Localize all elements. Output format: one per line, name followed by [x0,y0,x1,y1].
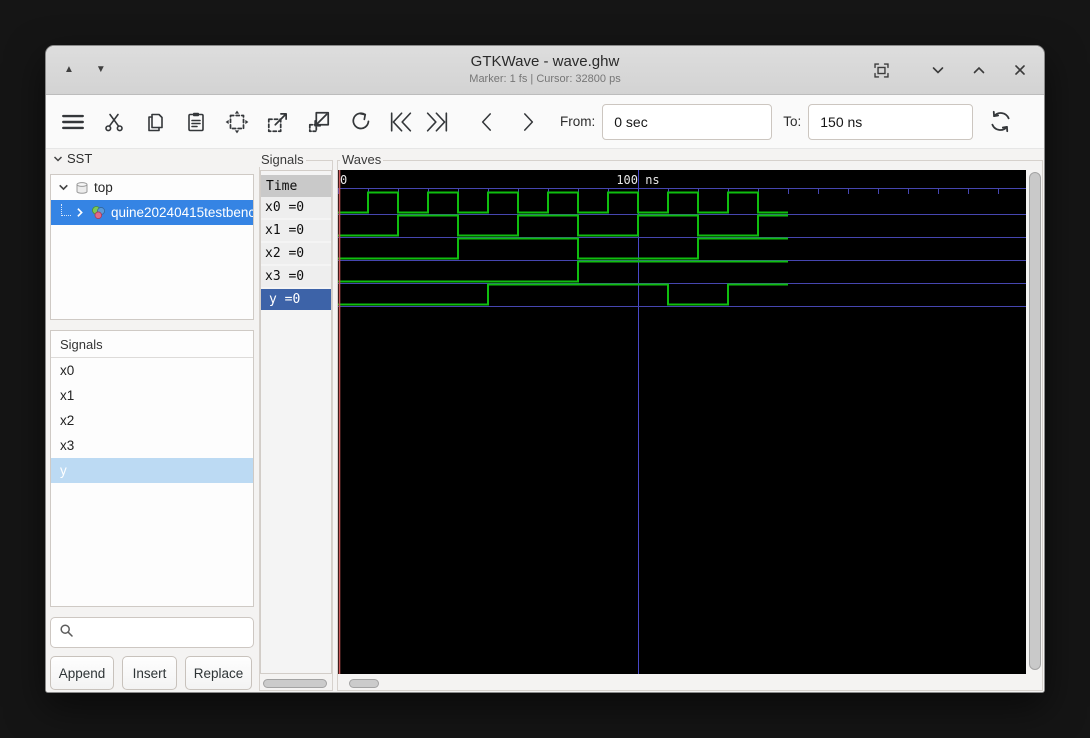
previous-edge-icon[interactable] [472,107,502,137]
wave-name-row-y[interactable]: y =0 [261,289,331,310]
minimize-icon[interactable] [930,62,946,78]
next-edge-icon[interactable] [513,107,543,137]
shade-up-button[interactable]: ▲ [64,65,74,75]
maximize-icon[interactable] [971,62,987,78]
tree-item-testbench[interactable]: quine20240415testbench [51,200,253,225]
window-title: GTKWave - wave.ghw [470,53,620,70]
marker-cursor-statusline: Marker: 1 fs | Cursor: 32800 ps [469,73,621,85]
signal-search-box[interactable] [50,617,254,648]
from-label: From: [560,114,596,129]
names-hscrollbar[interactable] [263,679,327,688]
signal-list-item-x2[interactable]: x2 [51,408,253,433]
reload-icon[interactable] [985,107,1015,137]
to-label: To: [783,114,802,129]
signal-list-item-y[interactable]: y [51,458,253,483]
time-header[interactable]: Time [261,175,331,197]
toolbar: From: To: [46,95,1044,149]
svg-text:0: 0 [340,173,347,187]
wave-names-panel[interactable]: Time x0 =0 x1 =0 x2 =0 x3 =0 y =0 [260,170,332,674]
zoom-fit-icon[interactable] [222,107,252,137]
shade-down-button[interactable]: ▼ [96,65,106,75]
menu-icon[interactable] [58,107,88,137]
sidebar-signals-header: Signals [51,331,253,358]
fullscreen-icon[interactable] [872,61,891,80]
paste-icon[interactable] [181,107,211,137]
vscrollbar-thumb[interactable] [1029,172,1041,670]
zoom-in-icon[interactable] [263,107,293,137]
jump-to-end-icon[interactable] [422,107,452,137]
wave-name-row-x1[interactable]: x1 =0 [261,220,331,241]
waves-vscrollbar[interactable] [1029,172,1041,670]
wave-name-row-x2[interactable]: x2 =0 [261,243,331,264]
copy-icon[interactable] [140,107,170,137]
titlebar[interactable]: ▲ ▼ GTKWave - wave.ghw Marker: 1 fs | Cu… [46,46,1044,95]
chevron-down-icon [52,153,64,165]
undo-icon[interactable] [345,107,375,137]
tree-item-top[interactable]: top [51,175,253,200]
sst-expander[interactable]: SST [52,151,92,166]
waves-frame-label: Waves [340,152,384,167]
sst-tree: top quine20240415testbench [50,174,254,320]
chevron-right-icon[interactable] [73,206,86,219]
chevron-down-icon[interactable] [57,181,70,194]
search-input[interactable] [80,624,247,641]
tree-item-label: top [94,180,113,195]
replace-button[interactable]: Replace [185,656,252,690]
signal-list-item-x3[interactable]: x3 [51,433,253,458]
to-input[interactable] [808,103,974,140]
wave-names-frame-label: Signals [259,152,306,167]
zoom-out-icon[interactable] [304,107,334,137]
jump-to-start-icon[interactable] [386,107,416,137]
from-input[interactable] [602,103,773,140]
signal-list-item-x0[interactable]: x0 [51,358,253,383]
wave-names-list: x0 =0 x1 =0 x2 =0 x3 =0 y =0 [261,197,331,310]
wave-name-row-x0[interactable]: x0 =0 [261,197,331,218]
signal-list-item-x1[interactable]: x1 [51,383,253,408]
sidebar-signals-panel: Signals x0 x1 x2 x3 y [50,330,254,607]
cut-icon[interactable] [99,107,129,137]
close-icon[interactable] [1012,62,1028,78]
main-content: SST top quine20240415testbench Signals x… [46,149,1044,692]
module-icon [91,205,106,220]
sst-label: SST [67,151,93,166]
database-icon [75,181,89,195]
append-button[interactable]: Append [50,656,114,690]
tree-item-label: quine20240415testbench [111,205,254,220]
insert-button[interactable]: Insert [122,656,177,690]
search-icon [59,623,74,643]
wave-name-row-x3[interactable]: x3 =0 [261,266,331,287]
gtkwave-window: ▲ ▼ GTKWave - wave.ghw Marker: 1 fs | Cu… [45,45,1045,693]
sidebar-signals-list: x0 x1 x2 x3 y [51,358,253,483]
wave-canvas[interactable]: 0 100 ns [338,170,1026,674]
waves-hscrollbar[interactable] [349,679,379,688]
tree-connector [61,203,71,216]
